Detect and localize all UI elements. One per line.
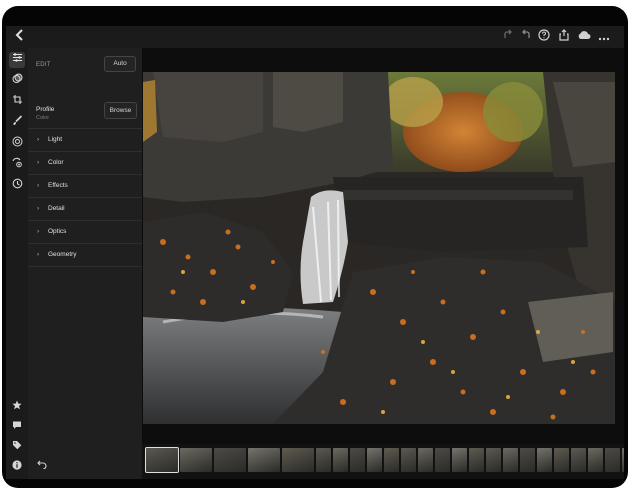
filmstrip-thumbnail[interactable] (622, 448, 624, 472)
section-label: Effects (48, 182, 68, 189)
help-icon[interactable] (536, 29, 552, 45)
filmstrip-thumbnail[interactable] (333, 448, 348, 472)
filmstrip-thumbnail[interactable] (418, 448, 433, 472)
filmstrip-thumbnail[interactable] (571, 448, 586, 472)
versions-icon[interactable] (9, 178, 25, 194)
image-viewer[interactable] (142, 48, 624, 444)
filmstrip-thumbnail[interactable] (605, 448, 620, 472)
filmstrip-thumbnail[interactable] (486, 448, 501, 472)
tool-strip (6, 48, 28, 479)
filmstrip-thumbnail[interactable] (503, 448, 518, 472)
tag-icon[interactable] (9, 440, 25, 456)
top-bar (6, 26, 624, 48)
app-screen: EDIT Auto Profile Color Browse › Light ›… (6, 26, 624, 479)
filmstrip-thumbnail[interactable] (145, 447, 179, 473)
filmstrip-thumbnail[interactable] (588, 448, 603, 472)
auto-button[interactable]: Auto (104, 56, 136, 72)
filmstrip-thumbnail[interactable] (282, 448, 314, 472)
chevron-right-icon: › (37, 228, 40, 235)
section-effects[interactable]: › Effects (28, 174, 142, 197)
section-label: Color (48, 159, 64, 166)
undo-icon[interactable] (518, 29, 534, 45)
edit-sections: › Light › Color › Effects › Detail › Opt… (28, 128, 142, 267)
filmstrip-thumbnail[interactable] (350, 448, 365, 472)
filmstrip-thumbnail[interactable] (180, 448, 212, 472)
radial-filter-icon[interactable] (9, 136, 25, 152)
section-label: Detail (48, 205, 65, 212)
section-detail[interactable]: › Detail (28, 197, 142, 220)
filmstrip-thumbnail[interactable] (401, 448, 416, 472)
edit-sliders-icon[interactable] (9, 52, 25, 68)
healing-icon[interactable] (9, 157, 25, 173)
back-icon[interactable] (12, 29, 28, 45)
section-label: Geometry (48, 251, 77, 258)
filmstrip-thumbnail[interactable] (384, 448, 399, 472)
more-icon[interactable] (596, 29, 612, 45)
browse-button[interactable]: Browse (104, 102, 137, 119)
chevron-right-icon: › (37, 136, 40, 143)
filmstrip-thumbnail[interactable] (367, 448, 382, 472)
share-icon[interactable] (556, 29, 572, 45)
star-icon[interactable] (9, 400, 25, 416)
brush-icon[interactable] (9, 115, 25, 131)
filmstrip-thumbnail[interactable] (435, 448, 450, 472)
filmstrip-thumbnail[interactable] (520, 448, 535, 472)
profile-label: Profile (36, 106, 55, 113)
section-label: Optics (48, 228, 67, 235)
section-geometry[interactable]: › Geometry (28, 243, 142, 267)
section-light[interactable]: › Light (28, 128, 142, 151)
section-optics[interactable]: › Optics (28, 220, 142, 243)
edit-panel: EDIT Auto Profile Color Browse › Light ›… (28, 48, 142, 479)
cloud-sync-icon[interactable] (576, 29, 592, 45)
tablet-device: EDIT Auto Profile Color Browse › Light ›… (2, 6, 628, 488)
chevron-right-icon: › (37, 159, 40, 166)
filmstrip-thumbnail[interactable] (248, 448, 280, 472)
filmstrip-thumbnail[interactable] (554, 448, 569, 472)
presets-icon[interactable] (9, 73, 25, 89)
edit-panel-title: EDIT (36, 62, 51, 68)
waterfall-photo[interactable] (143, 72, 615, 424)
info-icon[interactable] (9, 460, 25, 476)
filmstrip-thumbnail[interactable] (452, 448, 467, 472)
section-color[interactable]: › Color (28, 151, 142, 174)
redo-icon[interactable] (500, 29, 516, 45)
filmstrip-thumbnail[interactable] (214, 448, 246, 472)
filmstrip-thumbnail[interactable] (537, 448, 552, 472)
chevron-right-icon: › (37, 182, 40, 189)
crop-icon[interactable] (9, 94, 25, 110)
filmstrip (142, 444, 624, 479)
chevron-right-icon: › (37, 205, 40, 212)
comment-icon[interactable] (9, 420, 25, 436)
chevron-right-icon: › (37, 251, 40, 258)
section-label: Light (48, 136, 63, 143)
profile-value: Color (36, 115, 50, 121)
undo-all-icon[interactable] (37, 460, 47, 471)
filmstrip-thumbnail[interactable] (316, 448, 331, 472)
filmstrip-thumbnail[interactable] (469, 448, 484, 472)
